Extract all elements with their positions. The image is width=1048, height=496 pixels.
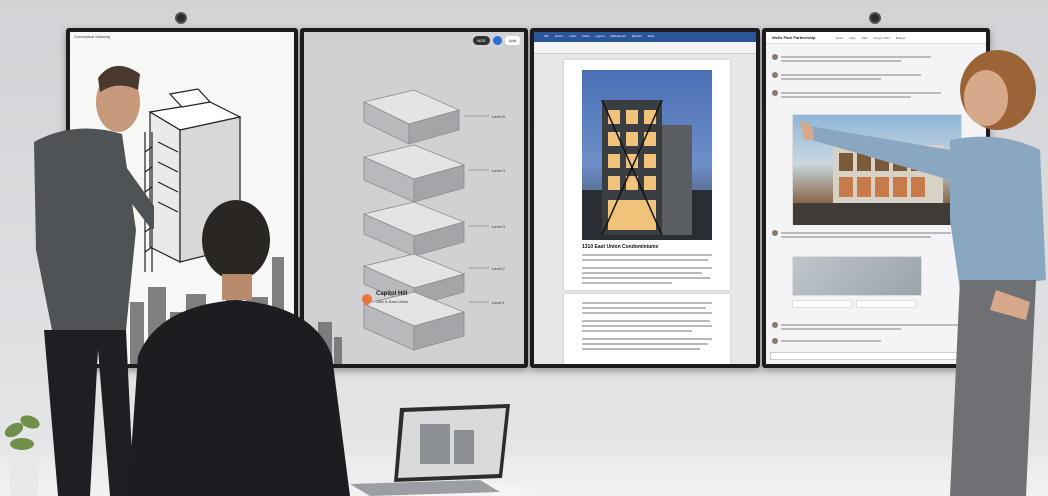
display-document: File Home Insert Draw Layout References … xyxy=(530,28,760,368)
callout-title: Capitol Hill xyxy=(376,291,408,297)
document-title: 1310 East Union Condominiums xyxy=(582,244,659,250)
text-line xyxy=(582,307,706,309)
text-line xyxy=(582,272,702,274)
avatar xyxy=(772,230,778,236)
ribbon-tabs: File Home Insert Draw Layout References … xyxy=(544,34,654,38)
location-pin-icon xyxy=(359,291,375,307)
avatar xyxy=(772,338,778,344)
text-line xyxy=(582,343,708,345)
text-line xyxy=(582,282,672,284)
ribbon-tab[interactable]: Layout xyxy=(595,34,604,38)
ribbon-tab[interactable]: Draw xyxy=(582,34,589,38)
word-ribbon: File Home Insert Draw Layout References … xyxy=(534,32,756,42)
ribbon-tab[interactable]: Home xyxy=(555,34,563,38)
level-label-1: Level 1 xyxy=(492,300,505,305)
text-line xyxy=(582,254,712,256)
level-label-3: Level 3 xyxy=(492,224,505,229)
level-label-4: Level 4 xyxy=(492,168,505,173)
text-line xyxy=(582,277,710,279)
text-line xyxy=(582,348,700,350)
location-callout[interactable]: Capitol Hill 13th & East Union xyxy=(359,291,408,307)
camera-right xyxy=(869,12,881,24)
ribbon-tab[interactable]: Review xyxy=(632,34,642,38)
ribbon-tab[interactable]: File xyxy=(544,34,549,38)
person-seated xyxy=(128,200,350,496)
camera-left xyxy=(175,12,187,24)
building-photo xyxy=(582,70,712,240)
text-line xyxy=(582,325,712,327)
text-line xyxy=(582,267,712,269)
person-standing-right xyxy=(800,50,1046,496)
text-line xyxy=(582,302,712,304)
word-window: File Home Insert Draw Layout References … xyxy=(534,32,756,364)
document-page-1[interactable]: 1310 East Union Condominiums xyxy=(564,60,730,290)
level-label-2: Level 2 xyxy=(492,266,505,271)
ribbon-commands xyxy=(534,42,756,54)
document-page-2[interactable] xyxy=(564,294,730,364)
text-line xyxy=(582,312,712,314)
avatar xyxy=(772,72,778,78)
text-line xyxy=(582,330,692,332)
avatar xyxy=(772,90,778,96)
plant xyxy=(4,415,40,496)
text-line xyxy=(582,259,708,261)
level-label-5: Level 5 xyxy=(492,114,505,119)
avatar xyxy=(772,322,778,328)
text-line xyxy=(582,338,712,340)
avatar xyxy=(772,54,778,60)
text-line xyxy=(582,320,710,322)
ribbon-tab[interactable]: Insert xyxy=(569,34,577,38)
ribbon-tab[interactable]: View xyxy=(648,34,654,38)
ribbon-tab[interactable]: References xyxy=(610,34,625,38)
callout-subtitle: 13th & East Union xyxy=(376,299,409,304)
laptop xyxy=(350,404,530,496)
